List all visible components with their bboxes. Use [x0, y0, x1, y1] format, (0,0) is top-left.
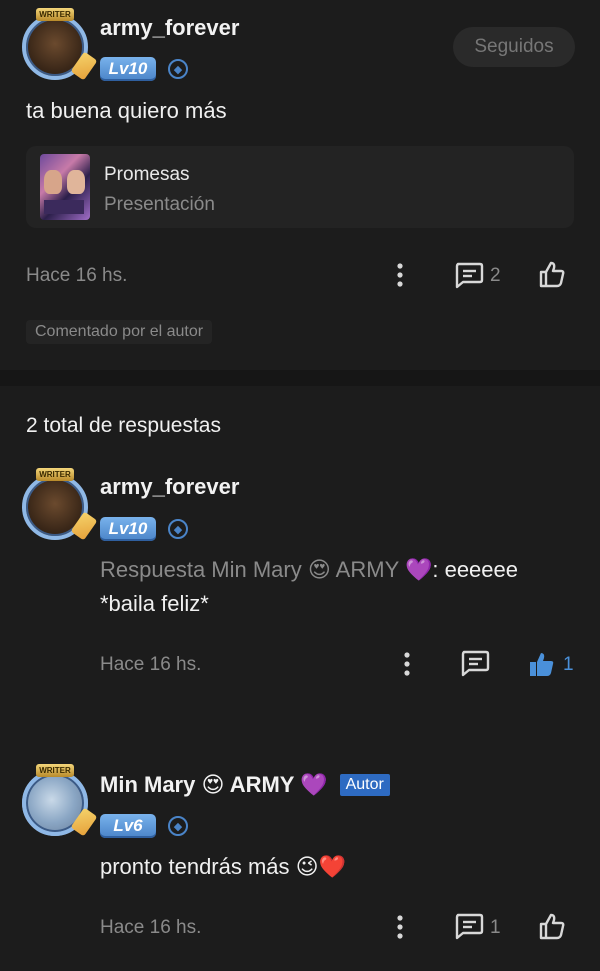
- comment-timestamp: Hace 16 hs.: [26, 265, 128, 286]
- post-title: Promesas: [104, 164, 190, 185]
- commenter-avatar[interactable]: WRITER: [22, 8, 98, 81]
- reply-header: Min Mary 😍 ARMY 💜 Autor: [100, 770, 390, 800]
- like-icon[interactable]: [537, 258, 567, 290]
- author-badge: Autor: [339, 774, 390, 796]
- reply-timestamp: Hace 16 hs.: [100, 917, 202, 938]
- section-divider: [0, 370, 600, 386]
- comment-text: ta buena quiero más: [26, 98, 227, 123]
- reply-count: 2: [490, 265, 501, 286]
- reply-text-line2: *baila feliz*: [100, 591, 209, 616]
- like-icon[interactable]: [537, 910, 567, 942]
- reply-count: 1: [490, 917, 501, 938]
- reply-mention[interactable]: Respuesta Min Mary 😍 ARMY 💜: [100, 557, 432, 582]
- verified-icon: ◆: [168, 816, 188, 836]
- reply-username[interactable]: army_forever: [100, 474, 239, 500]
- reply-username[interactable]: Min Mary 😍 ARMY 💜: [100, 772, 328, 798]
- following-button[interactable]: Seguidos: [453, 27, 575, 67]
- commenter-username[interactable]: army_forever: [100, 15, 239, 41]
- like-icon-filled[interactable]: [527, 648, 557, 680]
- reply-icon[interactable]: [459, 648, 491, 678]
- reply-timestamp: Hace 16 hs.: [100, 654, 202, 675]
- reply-icon[interactable]: [453, 260, 485, 290]
- author-commented-tag: Comentado por el autor: [26, 320, 213, 344]
- level-badge: Lv10: [100, 517, 156, 541]
- like-count: 1: [563, 654, 574, 675]
- post-thumbnail: [40, 154, 90, 220]
- reply-avatar[interactable]: WRITER: [22, 468, 98, 541]
- reply-text: pronto tendrás más 😉❤️: [100, 854, 346, 879]
- writer-frame-badge: WRITER: [36, 764, 74, 777]
- linked-post-card[interactable]: Promesas Presentación: [26, 146, 574, 228]
- post-subtitle: Presentación: [104, 194, 215, 215]
- reply-avatar[interactable]: WRITER: [22, 764, 98, 837]
- replies-total-label: 2 total de respuestas: [26, 414, 221, 437]
- writer-frame-badge: WRITER: [36, 8, 74, 21]
- verified-icon: ◆: [168, 519, 188, 539]
- level-badge: Lv6: [100, 814, 156, 838]
- reply-text-body: : eeeeee: [432, 557, 518, 582]
- verified-icon: ◆: [168, 59, 188, 79]
- more-options-icon[interactable]: [388, 262, 412, 288]
- writer-frame-badge: WRITER: [36, 468, 74, 481]
- reply-text: Respuesta Min Mary 😍 ARMY 💜: eeeeee: [100, 557, 518, 583]
- level-badge: Lv10: [100, 57, 156, 81]
- more-options-icon[interactable]: [395, 651, 419, 677]
- reply-icon[interactable]: [453, 911, 485, 941]
- more-options-icon[interactable]: [388, 914, 412, 940]
